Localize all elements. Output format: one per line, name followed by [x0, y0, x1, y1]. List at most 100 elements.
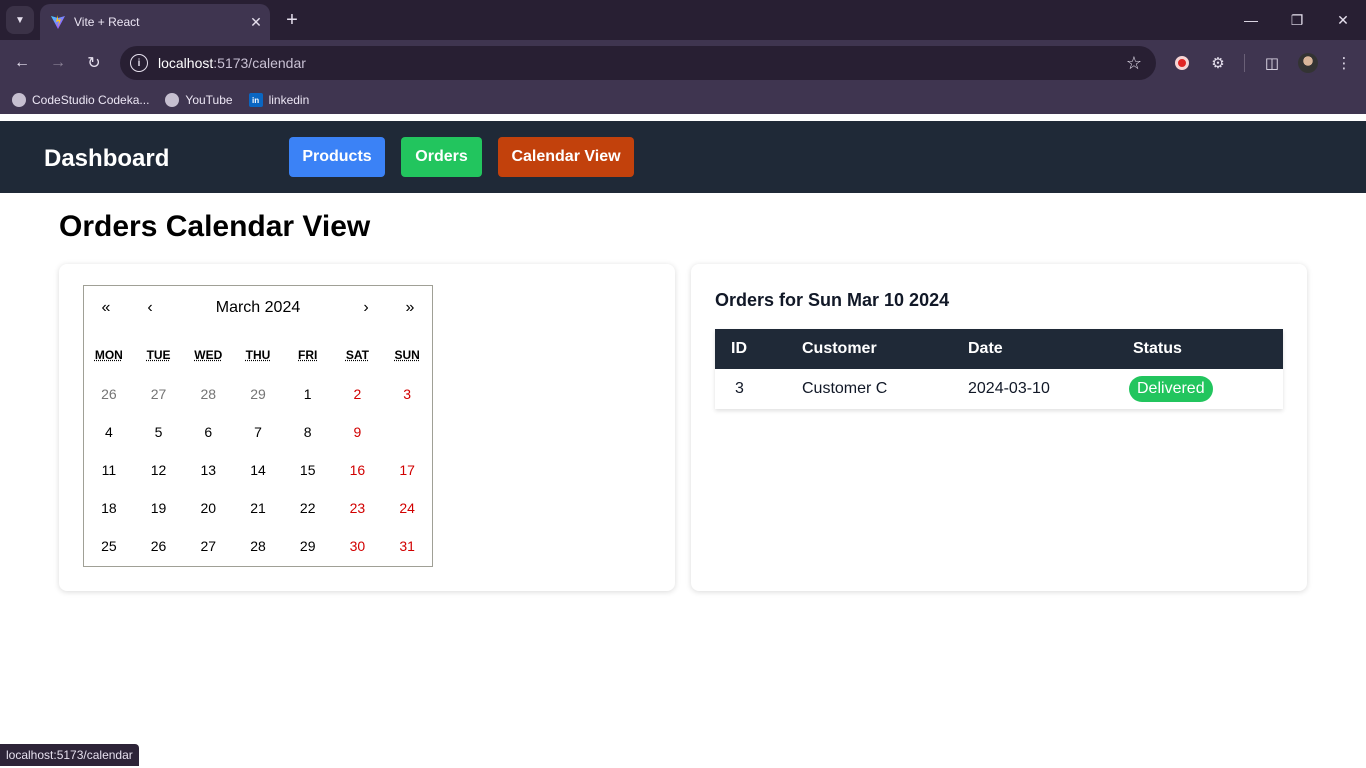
calendar-day-tile[interactable]: 9	[333, 413, 383, 451]
calendar-day-tile[interactable]: 14	[233, 451, 283, 489]
browser-tabstrip: ▼ Vite + React ✕ + — ❐ ✕	[0, 0, 1366, 40]
weekday-label: SAT	[345, 348, 369, 362]
window-controls: — ❐ ✕	[1228, 0, 1366, 40]
column-header-customer: Customer	[786, 329, 952, 369]
weekday-label: TUE	[146, 348, 171, 362]
calendar-day-tile[interactable]: 1	[283, 375, 333, 413]
calendar-day-tile[interactable]: 26	[84, 375, 134, 413]
prev-year-button[interactable]: «	[84, 286, 128, 330]
bookmark-youtube[interactable]: YouTube	[165, 93, 233, 107]
url-host: localhost	[158, 55, 214, 71]
column-header-date: Date	[952, 329, 1117, 369]
calendar-day-tile[interactable]: 29	[233, 375, 283, 413]
side-panel-icon[interactable]: ◫	[1261, 52, 1283, 74]
calendar-day-tile[interactable]: 22	[283, 489, 333, 527]
calendar-day-tile[interactable]: 5	[134, 413, 184, 451]
orders-nav-button[interactable]: Orders	[401, 137, 482, 177]
tab-search-chevron-icon[interactable]: ▼	[6, 6, 34, 34]
globe-icon	[165, 93, 180, 107]
record-dot	[1175, 56, 1189, 70]
calendar-month-label[interactable]: March 2024	[172, 299, 344, 317]
next-month-button[interactable]: ›	[344, 286, 388, 330]
tab-close-icon[interactable]: ✕	[244, 10, 268, 34]
weekday-label: SUN	[394, 348, 420, 362]
record-extension-icon[interactable]	[1171, 52, 1193, 74]
calendar-weekdays: MON TUE WED THU FRI SAT SUN	[84, 348, 432, 362]
extensions-puzzle-icon[interactable]: ⚙	[1207, 52, 1229, 74]
calendar-day-tile[interactable]: 6	[183, 413, 233, 451]
calendar-day-tile[interactable]: 31	[382, 527, 432, 565]
bookmark-linkedin[interactable]: in linkedin	[248, 93, 310, 107]
calendar-day-tile[interactable]: 7	[233, 413, 283, 451]
page-title: Orders Calendar View	[59, 210, 371, 243]
calendar-day-tile[interactable]: 25	[84, 527, 134, 565]
products-nav-button[interactable]: Products	[289, 137, 385, 177]
calendar-day-tile[interactable]: 10	[382, 413, 432, 451]
close-window-icon[interactable]: ✕	[1320, 0, 1366, 40]
browser-toolbar: ← → ↻ i localhost:5173/calendar ☆ ⚙ ◫ ⋮	[0, 40, 1366, 86]
forward-arrow-icon[interactable]: →	[45, 50, 71, 76]
prev-month-button[interactable]: ‹	[128, 286, 172, 330]
minimize-icon[interactable]: —	[1228, 0, 1274, 40]
linkedin-icon: in	[248, 93, 263, 107]
table-row: 3 Customer C 2024-03-10 Delivered	[715, 369, 1283, 409]
app-navbar: Dashboard Products Orders Calendar View	[0, 121, 1366, 193]
calendar-day-tile[interactable]: 13	[183, 451, 233, 489]
restore-icon[interactable]: ❐	[1274, 0, 1320, 40]
calendar-day-tile[interactable]: 12	[134, 451, 184, 489]
calendar-day-tile[interactable]: 18	[84, 489, 134, 527]
bookmark-star-icon[interactable]: ☆	[1126, 53, 1142, 74]
column-header-id: ID	[715, 329, 786, 369]
calendar-day-tile[interactable]: 28	[233, 527, 283, 565]
calendar-day-tile[interactable]: 27	[183, 527, 233, 565]
browser-tab[interactable]: Vite + React ✕	[40, 4, 270, 40]
calendar-day-tile[interactable]: 16	[333, 451, 383, 489]
bookmarks-bar: CodeStudio Codeka... YouTube in linkedin	[0, 86, 1366, 114]
reload-icon[interactable]: ↻	[81, 50, 107, 76]
calendar-day-tile[interactable]: 17	[382, 451, 432, 489]
browser-menu-icon[interactable]: ⋮	[1333, 52, 1355, 74]
calendar-view-nav-button[interactable]: Calendar View	[498, 137, 634, 177]
calendar-day-tile[interactable]: 23	[333, 489, 383, 527]
calendar-day-tile[interactable]: 8	[283, 413, 333, 451]
brand-title: Dashboard	[44, 145, 170, 172]
calendar-day-tile[interactable]: 28	[183, 375, 233, 413]
order-status-cell: Delivered	[1117, 369, 1283, 409]
calendar-day-tile[interactable]: 3	[382, 375, 432, 413]
calendar-navigation: « ‹ March 2024 › »	[84, 286, 432, 330]
globe-icon	[12, 93, 26, 107]
address-bar[interactable]: i localhost:5173/calendar ☆	[120, 46, 1156, 80]
calendar-day-tile[interactable]: 27	[134, 375, 184, 413]
orders-heading: Orders for Sun Mar 10 2024	[715, 290, 950, 310]
calendar-day-tile[interactable]: 20	[183, 489, 233, 527]
calendar-day-tile[interactable]: 4	[84, 413, 134, 451]
calendar-day-tile[interactable]: 15	[283, 451, 333, 489]
link-status-bar: localhost:5173/calendar	[0, 744, 139, 766]
calendar-days-grid: 2627282912345678910111213141516171819202…	[84, 375, 432, 565]
new-tab-icon[interactable]: +	[280, 8, 304, 32]
address-url[interactable]: localhost:5173/calendar	[158, 55, 1126, 71]
column-header-status: Status	[1117, 329, 1283, 369]
tab-title: Vite + React	[74, 15, 140, 29]
table-header-row: ID Customer Date Status	[715, 329, 1283, 369]
back-arrow-icon[interactable]: ←	[9, 50, 35, 76]
calendar-day-tile[interactable]: 19	[134, 489, 184, 527]
orders-table: ID Customer Date Status 3 Customer C 202…	[715, 329, 1283, 409]
order-customer-cell: Customer C	[786, 369, 952, 409]
bookmark-label: linkedin	[268, 93, 310, 107]
order-date-cell: 2024-03-10	[952, 369, 1117, 409]
calendar-card: « ‹ March 2024 › » MON TUE WED THU FRI S…	[59, 264, 675, 591]
calendar-day-tile[interactable]: 21	[233, 489, 283, 527]
calendar-day-tile[interactable]: 29	[283, 527, 333, 565]
next-year-button[interactable]: »	[388, 286, 432, 330]
calendar-day-tile[interactable]: 24	[382, 489, 432, 527]
calendar-day-tile[interactable]: 11	[84, 451, 134, 489]
calendar-day-tile[interactable]: 2	[333, 375, 383, 413]
site-info-icon[interactable]: i	[130, 54, 148, 72]
profile-avatar[interactable]	[1297, 52, 1319, 74]
calendar-day-tile[interactable]: 26	[134, 527, 184, 565]
calendar-day-tile[interactable]: 30	[333, 527, 383, 565]
status-badge: Delivered	[1129, 376, 1213, 402]
bookmark-codestudio[interactable]: CodeStudio Codeka...	[12, 93, 149, 107]
weekday-label: MON	[94, 348, 123, 362]
